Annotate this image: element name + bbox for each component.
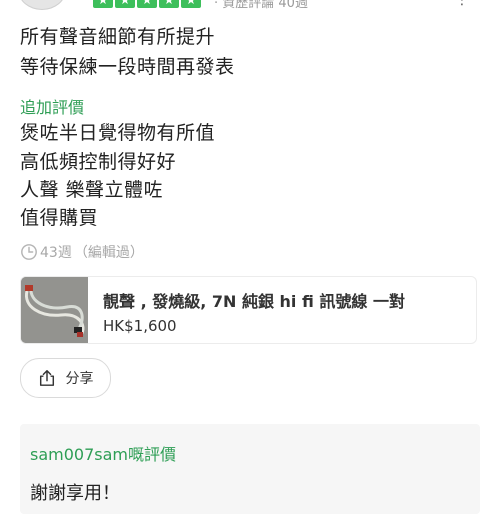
- rating-stars: ★ ★ ★ ★ ★: [93, 0, 201, 8]
- more-vertical-icon[interactable]: ⋮: [455, 0, 469, 8]
- product-thumbnail: [21, 277, 88, 343]
- clock-icon: [21, 244, 37, 260]
- product-card[interactable]: 靚聲 , 發燒級, 7N 純銀 hi fi 訊號線 一對 HK$1,600: [20, 276, 477, 344]
- review-header: ★ ★ ★ ★ ★ · 資歷評論 40週 ⋮: [0, 0, 500, 11]
- share-label: 分享: [65, 371, 94, 387]
- product-price: HK$1,600: [103, 317, 177, 335]
- star-icon: ★: [115, 0, 135, 8]
- edited-label: （編輯過）: [73, 245, 144, 261]
- reply-text: 謝謝享用！: [30, 483, 120, 504]
- review-time: 43週: [40, 245, 72, 261]
- follow-up-text-line: 值得購買: [20, 207, 99, 229]
- share-icon: [39, 370, 54, 386]
- follow-up-text-line: 高低頻控制得好好: [20, 151, 177, 173]
- review-text-line: 所有聲音細節有所提升: [20, 26, 216, 48]
- product-title: 靚聲 , 發燒級, 7N 純銀 hi fi 訊號線 一對: [103, 292, 405, 311]
- review-meta: 43週 （編輯過）: [20, 242, 144, 262]
- review-text-line: 等待保練一段時間再發表: [20, 56, 235, 78]
- star-icon: ★: [93, 0, 113, 8]
- share-button[interactable]: 分享: [20, 358, 111, 398]
- seller-reply: sam007sam嘅評價 謝謝享用！: [20, 424, 480, 514]
- avatar[interactable]: [18, 0, 66, 10]
- follow-up-label: 追加評價: [20, 98, 85, 117]
- reviewer-meta: · 資歷評論 40週: [214, 0, 308, 11]
- follow-up-text-line: 人聲 樂聲立體咗: [20, 179, 164, 201]
- star-icon: ★: [137, 0, 157, 8]
- follow-up-text-line: 煲咗半日覺得物有所值: [20, 122, 216, 144]
- star-icon: ★: [181, 0, 201, 8]
- reply-author[interactable]: sam007sam嘅評價: [30, 441, 176, 465]
- star-icon: ★: [159, 0, 179, 8]
